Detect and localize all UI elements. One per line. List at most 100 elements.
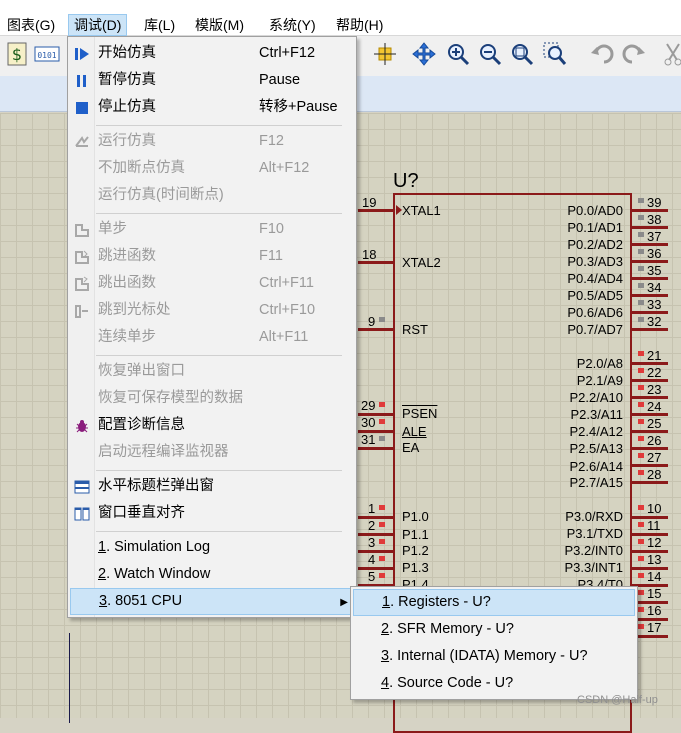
menu-item-label: 暂停仿真 <box>98 72 156 88</box>
menu-item-run-simulation[interactable]: 运行仿真 F12 <box>70 128 355 155</box>
pin-label: P2.0/A8 <box>576 356 623 371</box>
submenu-item-source-code[interactable]: 4. Source Code - U? <box>353 670 635 697</box>
zoom-out-icon[interactable] <box>477 40 503 68</box>
menu-item-step-out[interactable]: 跳出函数 Ctrl+F11 <box>70 270 355 297</box>
pin-number: 27 <box>647 450 662 465</box>
pin-marker <box>638 215 644 220</box>
pin-label: P0.6/AD6 <box>567 305 623 320</box>
pin-number: 18 <box>362 247 377 262</box>
pin-marker <box>638 505 644 510</box>
pin-line <box>358 447 394 450</box>
menu-item-shortcut: F12 <box>259 133 284 149</box>
menu-debug[interactable]: 调试(D) <box>68 14 128 36</box>
menu-chart[interactable]: 图表(G) <box>2 14 60 36</box>
submenu-item-sfr-memory[interactable]: 2. SFR Memory - U? <box>353 616 635 643</box>
zoom-in-icon[interactable] <box>445 40 471 68</box>
play-step-icon <box>73 45 91 63</box>
pin-label: P0.3/AD3 <box>567 254 623 269</box>
menu-item-restore-popups[interactable]: 恢复弹出窗口 <box>70 358 355 385</box>
crosshair-icon[interactable] <box>372 40 398 68</box>
submenu-item-registers[interactable]: 1. Registers - U? <box>353 589 635 616</box>
pin-number: 9 <box>368 314 376 329</box>
menubar: 图表(G) 调试(D) 库(L) 模版(M) 系统(Y) 帮助(H) <box>0 0 681 36</box>
pin-label: P1.1 <box>402 527 429 542</box>
pin-line <box>358 328 394 331</box>
menu-item-label: 1. Simulation Log <box>98 539 211 555</box>
menu-item-config-diagnostics[interactable]: 配置诊断信息 <box>70 412 355 439</box>
menu-system[interactable]: 系统(Y) <box>264 14 321 36</box>
cut-icon[interactable] <box>660 40 681 68</box>
svg-text:$: $ <box>12 45 22 64</box>
stop-icon <box>73 99 91 117</box>
pin-label: RST <box>402 322 428 337</box>
pin-marker <box>379 522 385 527</box>
pin-label: P3.3/INT1 <box>564 560 623 575</box>
pin-marker <box>379 419 385 424</box>
redo-icon[interactable] <box>621 40 647 68</box>
menu-item-label: 不加断点仿真 <box>98 160 185 176</box>
menu-item-run-no-breakpoints[interactable]: 不加断点仿真 Alt+F12 <box>70 155 355 182</box>
pin-number: 17 <box>647 620 662 635</box>
pin-label: P3.2/INT0 <box>564 543 623 558</box>
binary-icon[interactable]: 0101 <box>34 40 60 68</box>
pin-label: EA <box>402 440 420 455</box>
menu-item-restore-model-data[interactable]: 恢复可保存模型的数据 <box>70 385 355 412</box>
move-icon[interactable] <box>411 40 437 68</box>
menu-help[interactable]: 帮助(H) <box>331 14 388 36</box>
menu-item-horizontal-tile[interactable]: 水平标题栏弹出窗 <box>70 473 355 500</box>
zoom-area-icon[interactable] <box>542 40 568 68</box>
menu-item-label: 停止仿真 <box>98 99 156 115</box>
pin-number: 35 <box>647 263 662 278</box>
pin-marker <box>638 453 644 458</box>
menu-item-shortcut: F11 <box>259 248 283 264</box>
pin-label: P2.6/A14 <box>569 459 624 474</box>
step-into-icon <box>73 248 91 266</box>
menu-template[interactable]: 模版(M) <box>190 14 249 36</box>
pin-label: P0.1/AD1 <box>567 220 623 235</box>
pin-marker <box>638 300 644 305</box>
menu-separator <box>96 470 342 471</box>
pin-label: P3.0/RXD <box>565 509 623 524</box>
menu-item-start-simulation[interactable]: 开始仿真 Ctrl+F12 <box>70 40 355 67</box>
pin-marker <box>638 351 644 356</box>
pin-marker <box>379 573 385 578</box>
undo-icon[interactable] <box>589 40 615 68</box>
menu-item-single-step[interactable]: 单步 F10 <box>70 216 355 243</box>
menu-item-run-to-cursor[interactable]: 跳到光标处 Ctrl+F10 <box>70 297 355 324</box>
pin-label: P1.3 <box>402 560 429 575</box>
menu-item-label: 跳进函数 <box>98 248 156 264</box>
bug-icon <box>73 417 91 435</box>
pin-number: 13 <box>647 552 662 567</box>
menu-item-continuous-step[interactable]: 连续单步 Alt+F11 <box>70 324 355 351</box>
menu-item-run-timed-breakpoint[interactable]: 运行仿真(时间断点) <box>70 182 355 209</box>
menu-item-remote-compile-monitor[interactable]: 启动远程编译监视器 <box>70 439 355 466</box>
menu-item-label: 2. Watch Window <box>98 566 211 582</box>
pin-line <box>358 550 394 553</box>
menu-item-label: 3. 8051 CPU <box>99 593 183 609</box>
menu-item-vertical-tile[interactable]: 窗口垂直对齐 <box>70 500 355 527</box>
dollar-icon[interactable]: $ <box>4 40 30 68</box>
menu-item-step-into[interactable]: 跳进函数 F11 <box>70 243 355 270</box>
pin-line <box>358 516 394 519</box>
menu-item-label: 启动远程编译监视器 <box>98 444 229 460</box>
pin-number: 21 <box>647 348 662 363</box>
menu-item-pause-simulation[interactable]: 暂停仿真 Pause <box>70 67 355 94</box>
pin-number: 10 <box>647 501 662 516</box>
menu-library[interactable]: 库(L) <box>139 14 180 36</box>
pin-marker <box>379 436 385 441</box>
menu-item-shortcut: Ctrl+F12 <box>259 45 316 61</box>
menu-item-watch-window[interactable]: 2. Watch Window <box>70 561 355 588</box>
menu-item-stop-simulation[interactable]: 停止仿真 转移+Pause <box>70 94 355 121</box>
submenu-item-internal-memory[interactable]: 3. Internal (IDATA) Memory - U? <box>353 643 635 670</box>
pin-label: P2.1/A9 <box>576 373 623 388</box>
menu-item-simulation-log[interactable]: 1. Simulation Log <box>70 534 355 561</box>
pin-marker <box>638 624 644 629</box>
chip-reference: U? <box>393 170 419 192</box>
pin-number: 14 <box>647 569 662 584</box>
pin-marker <box>379 539 385 544</box>
pin-number: 28 <box>647 467 662 482</box>
menu-separator <box>96 355 342 356</box>
pin-marker <box>379 505 385 510</box>
menu-item-8051-cpu[interactable]: 3. 8051 CPU ▶ <box>70 588 355 615</box>
zoom-all-icon[interactable] <box>509 40 535 68</box>
